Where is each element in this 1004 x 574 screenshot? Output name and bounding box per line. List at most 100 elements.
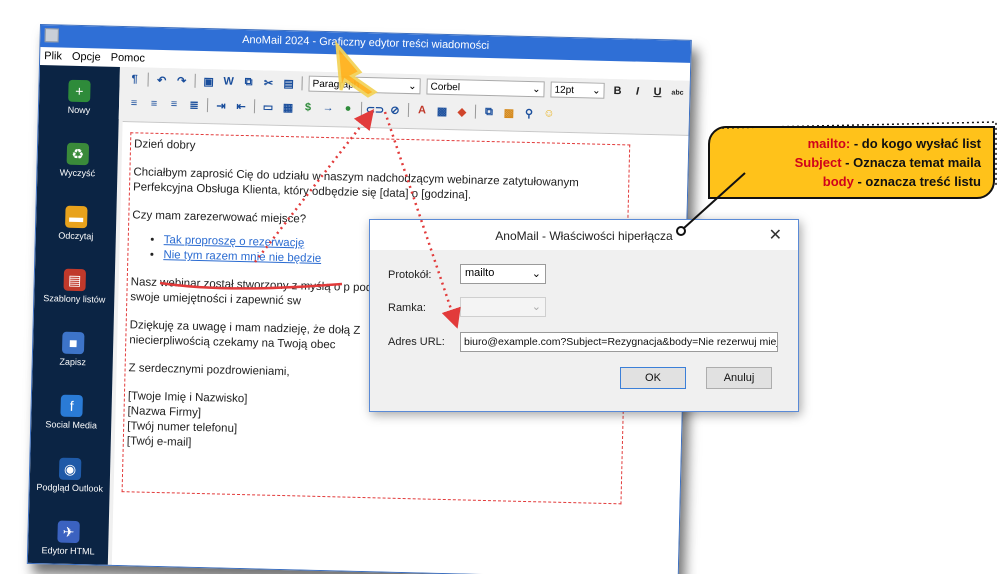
outdent-icon[interactable]: ⇤ bbox=[234, 99, 248, 113]
sidebar-item-label: Social Media bbox=[45, 419, 98, 431]
callout-text-subject: - Oznacza temat maila bbox=[841, 155, 981, 170]
font-size-select[interactable]: 12pt ⌄ bbox=[550, 81, 605, 99]
sidebar-item-label: Nowy bbox=[67, 104, 91, 116]
outlook-preview-icon: ◉ bbox=[58, 457, 82, 481]
cut-icon[interactable]: ✂ bbox=[261, 75, 275, 89]
sidebar-item-label: Podgląd Outlook bbox=[36, 482, 104, 494]
protocol-label: Protokół: bbox=[388, 269, 432, 281]
toolbar-separator bbox=[360, 101, 363, 116]
intro-text: Chciałbym zaprosić Cię do udziału w nasz… bbox=[132, 166, 579, 202]
undo-icon[interactable]: ↶ bbox=[154, 73, 168, 87]
sidebar-item-wyczysc[interactable]: ♻ Wyczyść bbox=[37, 128, 119, 193]
font-select[interactable]: Corbel ⌄ bbox=[426, 78, 545, 98]
callout-line-body: body - oznacza treść listu bbox=[710, 172, 981, 191]
callout-key-mailto: mailto: bbox=[807, 136, 851, 151]
sidebar-item-podglad-outlook[interactable]: ◉ Podgląd Outlook bbox=[29, 443, 111, 508]
sidebar: + Nowy ♻ Wyczyść ▬ Odczytaj ▤ Szablony l… bbox=[27, 65, 120, 565]
image-icon[interactable]: ▭ bbox=[261, 99, 275, 113]
globe-icon[interactable]: ● bbox=[341, 101, 355, 115]
sidebar-item-odczytaj[interactable]: ▬ Odczytaj bbox=[35, 191, 117, 256]
chevron-down-icon: ⌄ bbox=[532, 83, 541, 95]
callout-text-body: - oznacza treść listu bbox=[853, 174, 981, 189]
callout-key-body: body bbox=[822, 174, 854, 189]
underline-button[interactable]: U bbox=[650, 85, 664, 99]
link-no[interactable]: Nie tym razem mnie nie będzie bbox=[163, 249, 321, 265]
align-justify-icon[interactable]: ≣ bbox=[187, 98, 201, 112]
ok-button[interactable]: OK bbox=[620, 367, 686, 389]
sidebar-item-edytor-html[interactable]: ✈ Edytor HTML bbox=[28, 506, 110, 571]
recycle-icon: ♻ bbox=[66, 142, 90, 166]
dialog-title-bar: AnoMail - Właściwości hiperłącza ✕ bbox=[370, 220, 798, 250]
toolbar-separator bbox=[253, 99, 256, 114]
link-yes[interactable]: Tak proproszę o rezerwację bbox=[164, 234, 305, 249]
callout-line-mailto: mailto: - do kogo wysłać list bbox=[710, 134, 981, 153]
greeting-text: Dzień dobry bbox=[133, 138, 196, 152]
unlink-icon[interactable]: ⊘ bbox=[388, 103, 402, 117]
bold-button[interactable]: B bbox=[610, 84, 624, 98]
callout-text-mailto: - do kogo wysłać list bbox=[850, 136, 981, 151]
pilcrow-icon[interactable]: ¶ bbox=[128, 72, 142, 86]
toolbar-separator bbox=[147, 72, 149, 87]
paste-icon[interactable]: ▤ bbox=[281, 76, 295, 90]
save-doc-icon[interactable]: ▣ bbox=[201, 74, 215, 88]
menu-opcje[interactable]: Opcje bbox=[72, 51, 101, 64]
toolbar-separator bbox=[301, 76, 303, 91]
hyperlink-icon[interactable]: ⊂⊃ bbox=[366, 102, 385, 116]
protocol-select[interactable]: mailto ⌄ bbox=[460, 264, 546, 284]
close-icon[interactable]: ✕ bbox=[769, 225, 782, 245]
paragraph-style-value: Paragraph bbox=[312, 78, 360, 91]
sidebar-item-social-media[interactable]: f Social Media bbox=[31, 380, 113, 445]
redo-icon[interactable]: ↷ bbox=[174, 73, 188, 87]
dialog-title: AnoMail - Właściwości hiperłącza bbox=[495, 229, 673, 243]
highlight-icon[interactable]: ▩ bbox=[435, 104, 449, 118]
folder-open-icon: ▬ bbox=[65, 205, 88, 229]
callout-key-subject: Subject bbox=[794, 155, 842, 170]
word-icon[interactable]: W bbox=[221, 74, 235, 88]
callout-line-subject: Subject - Oznacza temat maila bbox=[710, 153, 981, 172]
indent-icon[interactable]: ⇥ bbox=[214, 98, 228, 112]
font-color-icon[interactable]: A bbox=[415, 103, 429, 117]
cancel-button[interactable]: Anuluj bbox=[706, 367, 772, 389]
sidebar-item-zapisz[interactable]: ■ Zapisz bbox=[32, 317, 114, 382]
arrow-right-icon[interactable]: → bbox=[321, 101, 335, 115]
frame-label: Ramka: bbox=[388, 302, 426, 314]
palette-icon[interactable]: ◆ bbox=[455, 104, 469, 118]
paragraph-style-select[interactable]: Paragraph ⌄ bbox=[308, 75, 421, 95]
sidebar-item-label: Szablony listów bbox=[43, 293, 106, 305]
floppy-save-icon: ■ bbox=[61, 331, 85, 355]
protocol-value: mailto bbox=[465, 267, 495, 279]
sidebar-item-label: Odczytaj bbox=[58, 230, 94, 242]
chevron-down-icon: ⌄ bbox=[531, 301, 541, 313]
font-value: Corbel bbox=[430, 81, 461, 93]
strikethrough-button[interactable]: abc bbox=[670, 85, 684, 99]
align-center-icon[interactable]: ≡ bbox=[147, 97, 161, 111]
sidebar-item-label: Edytor HTML bbox=[41, 545, 95, 557]
chevron-down-icon: ⌄ bbox=[592, 85, 601, 97]
copy-icon[interactable]: ⧉ bbox=[241, 75, 255, 89]
menu-plik[interactable]: Plik bbox=[44, 50, 62, 62]
gift-icon[interactable]: ▩ bbox=[502, 105, 516, 119]
find-icon[interactable]: ⚲ bbox=[522, 106, 536, 120]
chevron-down-icon: ⌄ bbox=[531, 268, 541, 280]
toolbar-separator bbox=[407, 103, 410, 118]
font-size-value: 12pt bbox=[554, 84, 575, 96]
html-editor-icon: ✈ bbox=[57, 520, 80, 544]
sidebar-item-label: Zapisz bbox=[59, 356, 87, 368]
sidebar-item-nowy[interactable]: + Nowy bbox=[38, 65, 120, 130]
italic-button[interactable]: I bbox=[630, 84, 644, 98]
sidebar-item-szablony[interactable]: ▤ Szablony listów bbox=[34, 254, 116, 319]
align-right-icon[interactable]: ≡ bbox=[167, 97, 181, 111]
menu-pomoc[interactable]: Pomoc bbox=[111, 52, 146, 65]
annotation-callout: mailto: - do kogo wysłać list Subject - … bbox=[708, 126, 995, 199]
emoji-icon[interactable]: ☺ bbox=[542, 106, 556, 120]
align-left-icon[interactable]: ≡ bbox=[127, 96, 141, 110]
social-media-icon: f bbox=[60, 394, 83, 418]
symbol-icon[interactable]: ⧉ bbox=[482, 105, 496, 119]
sidebar-item-label: Wyczyść bbox=[59, 167, 96, 179]
url-input[interactable]: biuro@example.com?Subject=Rezygnacja&bod… bbox=[460, 332, 778, 352]
table-icon[interactable]: ▦ bbox=[281, 100, 295, 114]
currency-icon[interactable]: $ bbox=[301, 100, 315, 114]
chevron-down-icon: ⌄ bbox=[408, 80, 417, 92]
templates-icon: ▤ bbox=[63, 268, 87, 292]
hyperlink-dialog: AnoMail - Właściwości hiperłącza ✕ Proto… bbox=[369, 219, 799, 412]
